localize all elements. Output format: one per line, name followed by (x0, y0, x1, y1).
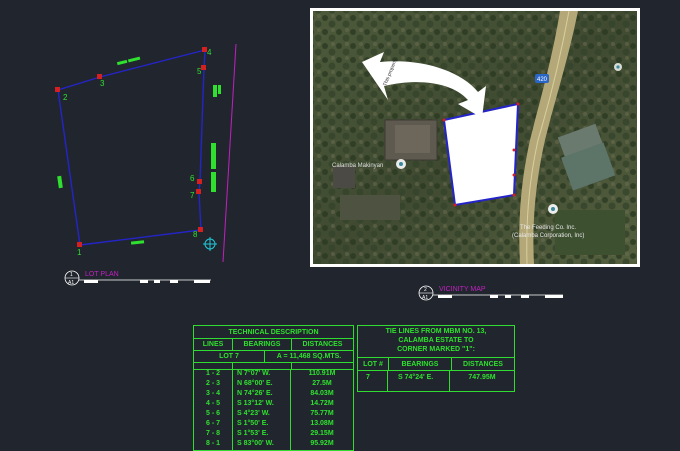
table-row-bearing: N 74°26' E. (237, 390, 273, 397)
lot-boundary (57, 49, 206, 246)
location-pin-icon (548, 204, 558, 214)
table-row-distance: 84.03M (310, 390, 334, 397)
table-row-distance: 27.5M (312, 380, 332, 387)
tie-lines-title-1: TIE LINES FROM MBM NO. 13, (385, 328, 487, 335)
tie-header-bearings: BEARINGS (389, 358, 452, 370)
vicinity-title: VICINITY MAP (439, 286, 486, 293)
lot-plan-title-block: 1 A1 LOT PLAN (64, 270, 211, 286)
corner-marker-1 (77, 242, 82, 247)
tech-desc-title: TECHNICAL DESCRIPTION (228, 328, 319, 336)
tie-row-lot: 7 (358, 371, 388, 391)
scale-bar (84, 280, 210, 283)
place-label-2: The Feeding Co. Inc. (520, 225, 576, 231)
place-label-1: Calamba Makinyan (332, 163, 383, 169)
corner-marker-7 (196, 189, 201, 194)
tie-row-distance: 747.95M (468, 374, 496, 381)
property-outline (442, 102, 520, 207)
table-row-distance: 95.92M (310, 440, 334, 447)
table-row-line: 2 - 3 (205, 380, 220, 387)
corner-marker-6 (197, 179, 202, 184)
table-row-line: 3 - 4 (205, 390, 220, 397)
table-row-line: 8 - 1 (205, 440, 220, 447)
table-row-distance: 14.72M (310, 400, 334, 407)
scale-bar (438, 295, 563, 298)
lot-plan-sheet-number: 1 (70, 272, 73, 278)
table-row-distance: 110.91M (308, 370, 336, 377)
tie-row-bearing: S 74°24' E. (388, 371, 450, 391)
table-row-bearing: N 68°00' E. (237, 380, 273, 387)
table-row-line: 6 - 7 (205, 420, 220, 427)
table-row-bearing: S 1°50' E. (237, 420, 269, 427)
vicinity-map: 420 This property Calamba Makinyan The F… (310, 8, 640, 301)
table-row-line: 1 - 2 (205, 370, 220, 377)
area-label: A = 11,468 SQ.MTS. (276, 353, 342, 360)
location-pin-icon (614, 63, 622, 71)
corner-marker-8 (198, 227, 203, 232)
place-label-3: (Calamba Corporation, Inc) (512, 233, 584, 239)
vicinity-sheet-ref: A1 (422, 295, 428, 301)
table-row-line: 7 - 8 (205, 430, 220, 437)
lot-label: LOT 7 (194, 351, 265, 362)
location-pin-icon (396, 159, 406, 169)
corner-label-2: 2 (63, 93, 68, 102)
lot-plan-title: LOT PLAN (85, 271, 119, 278)
corner-label-1: 1 (77, 248, 82, 257)
table-row-distance: 29.15M (310, 430, 334, 437)
technical-description-table: TECHNICAL DESCRIPTION LINES BEARINGS DIS… (193, 325, 354, 451)
dimension-annotations (57, 56, 221, 245)
tie-header-lot: LOT # (358, 358, 389, 370)
table-row-bearing: S 13°12' W. (237, 400, 274, 407)
corner-label-4: 4 (207, 48, 212, 57)
corner-label-5: 5 (197, 67, 202, 76)
vicinity-title-block: 2 A1 VICINITY MAP (418, 285, 563, 301)
header-lines: LINES (194, 339, 233, 350)
table-row-bearing: N 7°07' W. (237, 370, 271, 377)
tie-lines-title-3: CORNER MARKED "1": (397, 346, 475, 353)
table-row-distance: 13.08M (310, 420, 334, 427)
corner-markers (55, 47, 207, 247)
corner-label-8: 8 (193, 230, 198, 239)
benchmark-icon (203, 237, 217, 251)
road-shield-label: 420 (537, 77, 548, 83)
lot-plan-sheet-ref: A1 (68, 280, 74, 286)
table-row-bearing: S 4°23' W. (237, 410, 270, 417)
tie-lines-title-2: CALAMBA ESTATE TO (398, 337, 474, 344)
table-row-bearing: S 1°53' E. (237, 430, 269, 437)
property-line-magenta (222, 43, 237, 263)
header-bearings: BEARINGS (233, 339, 292, 350)
corner-label-6: 6 (190, 174, 195, 183)
table-row-line: 5 - 6 (205, 410, 220, 417)
table-row-distance: 75.77M (310, 410, 334, 417)
corner-marker-2 (55, 87, 60, 92)
vicinity-sheet-number: 2 (424, 287, 427, 293)
corner-label-7: 7 (190, 191, 195, 200)
corner-label-3: 3 (100, 79, 105, 88)
corner-marker-5 (201, 65, 206, 70)
table-row-bearing: S 83°00' W. (237, 440, 274, 447)
header-distances: DISTANCES (302, 341, 343, 348)
tie-header-distances: DISTANCES (463, 360, 503, 368)
lot-plan: 1 2 3 4 5 6 7 8 1 A1 LOT PLAN (55, 43, 237, 286)
tie-lines-table: TIE LINES FROM MBM NO. 13, CALAMBA ESTAT… (357, 325, 515, 392)
table-row-line: 4 - 5 (205, 400, 220, 407)
